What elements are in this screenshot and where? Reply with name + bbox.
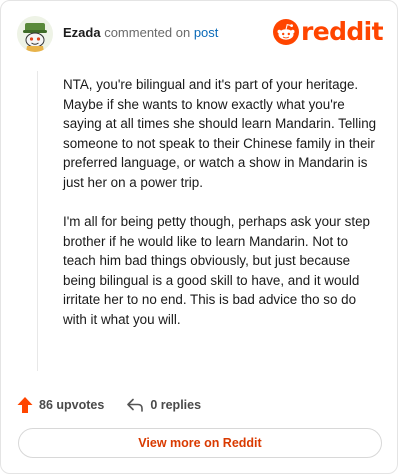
comment-meta: Ezada commented on post — [63, 25, 218, 41]
reply-count: 0 replies — [150, 398, 202, 412]
upvote-count: 86 upvotes — [39, 398, 105, 412]
comment-paragraph-1: NTA, you're bilingual and it's part of y… — [63, 77, 377, 190]
view-more-button[interactable]: View more on Reddit — [18, 428, 382, 458]
reddit-snoo-icon — [273, 19, 299, 45]
upvote-arrow-icon — [17, 397, 33, 413]
comment-actions: 86 upvotes 0 replies — [17, 394, 223, 416]
comment-header: Ezada commented on post reddit — [17, 15, 384, 53]
snoo-avatar-icon — [17, 16, 53, 52]
user-avatar[interactable] — [17, 16, 53, 52]
comment-paragraph-2: I'm all for being petty though, perhaps … — [63, 214, 370, 327]
reply-arrow-icon — [127, 398, 144, 412]
reply-button[interactable]: 0 replies — [126, 397, 201, 413]
upvote-button[interactable]: 86 upvotes — [17, 396, 104, 414]
commented-on-label: commented on — [104, 25, 191, 40]
username[interactable]: Ezada — [63, 25, 101, 40]
comment-body: NTA, you're bilingual and it's part of y… — [63, 75, 383, 349]
thread-line — [37, 71, 38, 371]
reddit-logo[interactable]: reddit — [273, 17, 384, 47]
reddit-wordmark: reddit — [301, 17, 384, 46]
post-link[interactable]: post — [194, 25, 219, 40]
comment-card: Ezada commented on post reddit NTA, you'… — [0, 0, 398, 474]
